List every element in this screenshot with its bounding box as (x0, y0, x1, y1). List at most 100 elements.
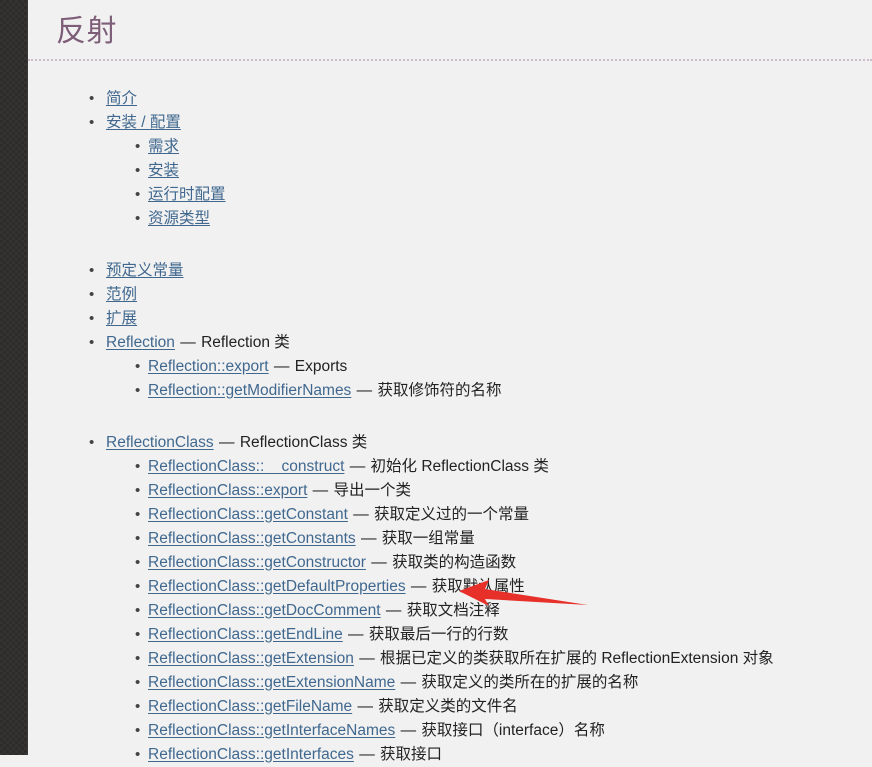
toc-item: • 安装 (127, 159, 872, 183)
toc-link-扩展[interactable]: 扩展 (106, 310, 137, 327)
toc-link-reflectionclass-construct[interactable]: ReflectionClass::__construct (148, 458, 344, 475)
toc-link-需求[interactable]: 需求 (148, 138, 179, 155)
toc-description: ReflectionClass 类 (239, 433, 368, 451)
toc-link-简介[interactable]: 简介 (106, 90, 137, 107)
toc-description: 获取文档注释 (406, 601, 500, 619)
bullet-icon: • (89, 89, 95, 107)
toc-item: • 扩展 (28, 307, 872, 331)
toc-link-reflectionclass-getinterfaces[interactable]: ReflectionClass::getInterfaces (148, 746, 354, 763)
toc-item: • ReflectionClass::getInterfaceNames — 获取… (127, 719, 872, 743)
bullet-icon: • (135, 161, 141, 179)
bullet-icon: • (135, 137, 141, 155)
toc-dash: — (214, 433, 239, 451)
bullet-icon: • (135, 673, 141, 691)
toc-link-reflectionclass-getconstructor[interactable]: ReflectionClass::getConstructor (148, 554, 366, 571)
toc-item: • 简介 (28, 87, 872, 111)
toc-dash: — (352, 381, 377, 399)
toc-link-安装[interactable]: 安装 (148, 162, 179, 179)
toc-description: 根据已定义的类获取所在扩展的 ReflectionExtension 对象 (380, 649, 774, 667)
left-gutter (0, 0, 28, 755)
toc-description: 获取默认属性 (431, 577, 525, 595)
toc-link-reflection-export[interactable]: Reflection::export (148, 358, 269, 375)
toc-dash: — (354, 745, 380, 763)
toc-link-reflectionclass-getendline[interactable]: ReflectionClass::getEndLine (148, 626, 343, 643)
toc-description: 获取类的构造函数 (392, 553, 517, 571)
toc-group: • ReflectionClass — ReflectionClass 类 • Ref… (28, 431, 872, 767)
toc-link-安装-配置[interactable]: 安装 / 配置 (106, 114, 181, 131)
toc-item: • ReflectionClass::getFileName — 获取定义类的文件… (127, 695, 872, 719)
toc-description: 获取最后一行的行数 (368, 625, 509, 643)
toc-link-reflection-getmodifiernames[interactable]: Reflection::getModifierNames (148, 382, 351, 399)
toc-link-reflectionclass-export[interactable]: ReflectionClass::export (148, 482, 307, 499)
toc-link-资源类型[interactable]: 资源类型 (148, 210, 210, 227)
toc-item: • ReflectionClass::getEndLine — 获取最后一行的行数 (127, 623, 872, 647)
toc-group: • 预定义常量 • 范例 • 扩展 • Reflection — Reflection 类 • R… (28, 259, 872, 403)
toc-sublist: • 需求 • 安装 • 运行时配置 • 资源类型 (127, 135, 872, 231)
bullet-icon: • (135, 601, 141, 619)
table-of-contents: • 简介 • 安装 / 配置 • 需求 • 安装 • 运行时配置 • 资源类型 • 预定义常量 • 范例 • 扩展… (28, 61, 872, 767)
bullet-icon: • (135, 381, 141, 399)
toc-item: • 安装 / 配置 (28, 111, 872, 135)
toc-link-reflectionclass-getconstant[interactable]: ReflectionClass::getConstant (148, 506, 348, 523)
toc-link-reflectionclass-getinterfacenames[interactable]: ReflectionClass::getInterfaceNames (148, 722, 395, 739)
toc-item: • Reflection::getModifierNames — 获取修饰符的名称 (127, 379, 872, 403)
bullet-icon: • (135, 209, 141, 227)
toc-link-运行时配置[interactable]: 运行时配置 (148, 186, 226, 203)
toc-dash: — (343, 625, 368, 643)
bullet-icon: • (135, 185, 141, 203)
toc-item: • ReflectionClass::getDefaultProperties —… (127, 575, 872, 599)
toc-link-reflectionclass-getdoccomment[interactable]: ReflectionClass::getDocComment (148, 602, 381, 619)
toc-description: 获取定义过的一个常量 (374, 505, 530, 523)
toc-link-范例[interactable]: 范例 (106, 286, 137, 303)
toc-link-reflection[interactable]: Reflection (106, 334, 175, 351)
bullet-icon: • (135, 529, 141, 547)
toc-item: • ReflectionClass::export — 导出一个类 (127, 479, 872, 503)
bullet-icon: • (135, 721, 141, 739)
toc-group: • 简介 • 安装 / 配置 • 需求 • 安装 • 运行时配置 • 资源类型 (28, 61, 872, 231)
toc-description: Exports (294, 357, 348, 375)
toc-sublist-container: • 需求 • 安装 • 运行时配置 • 资源类型 (28, 135, 872, 231)
toc-dash: — (356, 529, 381, 547)
bullet-icon: • (135, 505, 141, 523)
toc-dash: — (406, 577, 431, 595)
toc-link-reflectionclass[interactable]: ReflectionClass (106, 434, 214, 451)
toc-dash: — (381, 601, 406, 619)
bullet-icon: • (89, 433, 95, 451)
toc-item: • ReflectionClass::getExtensionName — 获取定… (127, 671, 872, 695)
toc-dash: — (353, 697, 378, 715)
toc-item: • Reflection — Reflection 类 (28, 331, 872, 355)
toc-dash: — (308, 481, 333, 499)
toc-dash: — (345, 457, 370, 475)
toc-item: • 预定义常量 (28, 259, 872, 283)
toc-item: • ReflectionClass::getExtension — 根据已定义的类… (127, 647, 872, 671)
toc-description: 获取定义的类所在的扩展的名称 (421, 673, 639, 691)
toc-sublist-container: • ReflectionClass::__construct — 初始化 Refl… (28, 455, 872, 767)
toc-dash: — (366, 553, 392, 571)
toc-item: • ReflectionClass::getDocComment — 获取文档注释 (127, 599, 872, 623)
toc-link-reflectionclass-getextension[interactable]: ReflectionClass::getExtension (148, 650, 354, 667)
toc-description: 获取接口 (380, 745, 443, 763)
toc-link-预定义常量[interactable]: 预定义常量 (106, 262, 184, 279)
toc-link-reflectionclass-getextensionname[interactable]: ReflectionClass::getExtensionName (148, 674, 395, 691)
bullet-icon: • (89, 309, 95, 327)
bullet-icon: • (135, 697, 141, 715)
toc-description: 初始化 ReflectionClass 类 (370, 457, 549, 475)
toc-sublist-container: • Reflection::export — Exports • Reflection… (28, 355, 872, 403)
page-content: 反射 • 简介 • 安装 / 配置 • 需求 • 安装 • 运行时配置 • 资源类型 • 预定义常量 • 范例… (28, 0, 872, 763)
toc-item: • ReflectionClass::getConstant — 获取定义过的一个… (127, 503, 872, 527)
bullet-icon: • (135, 357, 141, 375)
bullet-icon: • (135, 553, 141, 571)
bullet-icon: • (89, 285, 95, 303)
toc-description: 获取修饰符的名称 (377, 381, 502, 399)
toc-item: • ReflectionClass::getConstants — 获取一组常量 (127, 527, 872, 551)
toc-item: • 需求 (127, 135, 872, 159)
toc-description: 获取接口（interface）名称 (421, 721, 605, 739)
toc-link-reflectionclass-getdefaultproperties[interactable]: ReflectionClass::getDefaultProperties (148, 578, 406, 595)
toc-dash: — (175, 333, 201, 351)
toc-link-reflectionclass-getfilename[interactable]: ReflectionClass::getFileName (148, 698, 352, 715)
toc-link-reflectionclass-getconstants[interactable]: ReflectionClass::getConstants (148, 530, 356, 547)
toc-dash: — (348, 505, 374, 523)
toc-dash: — (396, 673, 421, 691)
